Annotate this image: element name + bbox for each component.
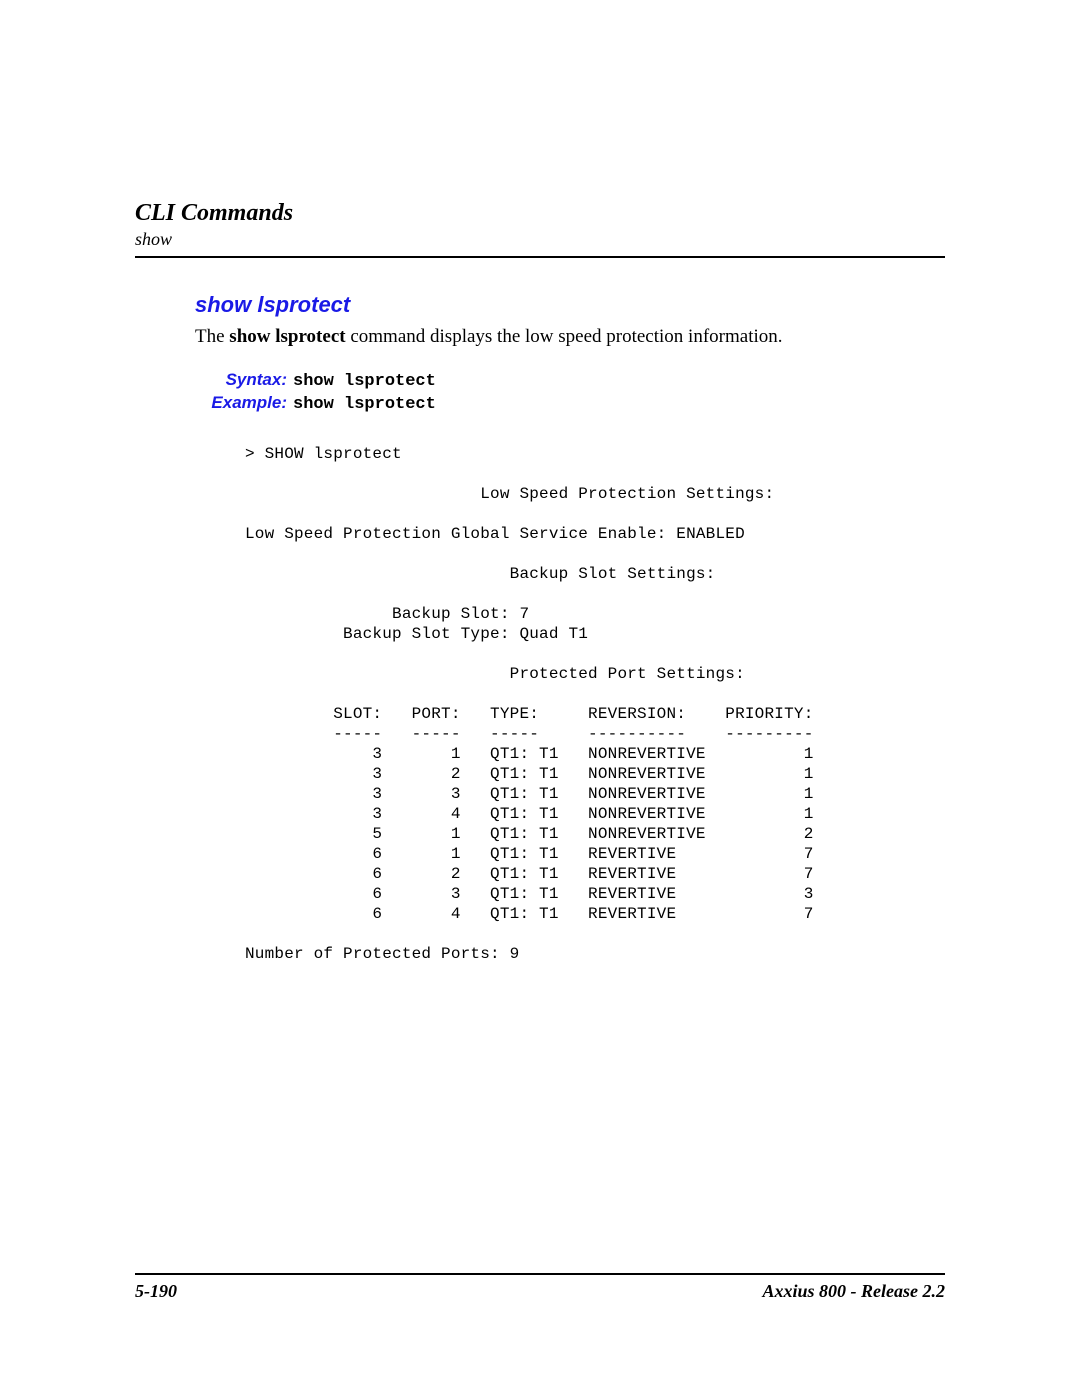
syntax-value: show lsprotect xyxy=(293,372,436,391)
example-row: Example: show lsprotect xyxy=(195,393,945,414)
footer-row: 5-190 Axxius 800 - Release 2.2 xyxy=(135,1281,945,1302)
header-sub: show xyxy=(135,229,945,250)
command-title: show lsprotect xyxy=(195,292,945,318)
cli-output: > SHOW lsprotect Low Speed Protection Se… xyxy=(245,444,945,964)
footer-rule xyxy=(135,1273,945,1275)
page-header: CLI Commands show xyxy=(135,200,945,258)
syntax-label: Syntax: xyxy=(195,370,287,390)
content: show lsprotect The show lsprotect comman… xyxy=(195,292,945,964)
footer-page-num: 5-190 xyxy=(135,1281,177,1302)
header-rule xyxy=(135,256,945,258)
footer-release: Axxius 800 - Release 2.2 xyxy=(763,1281,946,1302)
example-value: show lsprotect xyxy=(293,395,436,414)
syntax-row: Syntax: show lsprotect xyxy=(195,370,945,391)
desc-prefix: The xyxy=(195,326,229,347)
command-description: The show lsprotect command displays the … xyxy=(195,326,945,348)
page: CLI Commands show show lsprotect The sho… xyxy=(0,0,1080,1397)
header-title: CLI Commands xyxy=(135,200,945,227)
desc-bold: show lsprotect xyxy=(229,326,345,347)
example-label: Example: xyxy=(195,393,287,413)
desc-suffix: command displays the low speed protectio… xyxy=(346,326,783,347)
page-footer: 5-190 Axxius 800 - Release 2.2 xyxy=(135,1273,945,1302)
